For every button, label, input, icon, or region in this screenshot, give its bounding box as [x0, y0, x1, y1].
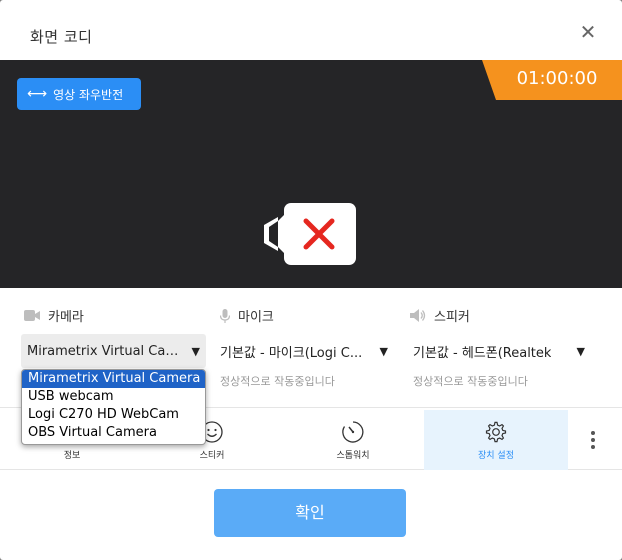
mic-label: 마이크: [238, 310, 274, 325]
mirror-video-button[interactable]: ⟷ 영상 좌우반전: [17, 78, 141, 110]
camera-off-icon: [264, 203, 356, 265]
mic-status: 정상적으로 작동중입니다: [220, 375, 335, 388]
mic-selected-value: 기본값 - 마이크(Logi C...: [220, 345, 363, 361]
speaker-icon: [410, 309, 426, 322]
speaker-select[interactable]: 기본값 - 헤드폰(Realtek ▼: [407, 334, 591, 368]
close-icon[interactable]: ✕: [577, 21, 599, 43]
chevron-down-icon: ▼: [191, 344, 200, 358]
camera-select[interactable]: Mirametrix Virtual Cam... ▼: [21, 334, 206, 368]
tab-info-label: 정보: [63, 451, 81, 461]
tab-sticker-label: 스티커: [199, 451, 225, 461]
stopwatch-icon: [342, 421, 364, 443]
mic-heading: 마이크: [220, 306, 274, 325]
camera-option[interactable]: Mirametrix Virtual Camera: [22, 370, 205, 388]
camera-option[interactable]: USB webcam: [22, 388, 205, 406]
mirror-video-label: 영상 좌우반전: [53, 87, 124, 102]
speaker-status: 정상적으로 작동중입니다: [413, 375, 528, 388]
tab-device-settings[interactable]: 장치 설정: [424, 410, 568, 470]
mic-select[interactable]: 기본값 - 마이크(Logi C... ▼: [214, 334, 394, 368]
screen-setup-dialog: 화면 코디 ✕ ⟷ 영상 좌우반전 01:00:00 카메라 Mirametri…: [0, 0, 622, 560]
speaker-selected-value: 기본값 - 헤드폰(Realtek: [413, 345, 552, 361]
tab-stopwatch-label: 스톱워치: [336, 451, 370, 461]
confirm-button[interactable]: 확인: [214, 489, 406, 537]
mic-icon: [220, 308, 230, 323]
camera-label: 카메라: [48, 310, 84, 325]
gear-icon: [485, 421, 507, 443]
dialog-title: 화면 코디: [30, 28, 93, 46]
camera-option[interactable]: Logi C270 HD WebCam: [22, 406, 205, 424]
session-timer: 01:00:00: [482, 60, 622, 100]
camera-icon: [24, 310, 40, 321]
more-vertical-icon[interactable]: [580, 427, 606, 453]
chevron-down-icon: ▼: [576, 344, 585, 358]
camera-selected-value: Mirametrix Virtual Cam...: [27, 343, 186, 359]
camera-dropdown-list: Mirametrix Virtual Camera USB webcam Log…: [21, 369, 206, 445]
tab-device-settings-label: 장치 설정: [478, 451, 514, 461]
camera-option[interactable]: OBS Virtual Camera: [22, 424, 205, 442]
video-preview: ⟷ 영상 좌우반전 01:00:00: [0, 60, 622, 288]
camera-heading: 카메라: [24, 306, 84, 325]
speaker-heading: 스피커: [410, 306, 470, 325]
speaker-label: 스피커: [434, 310, 470, 325]
flip-arrows-icon: ⟷: [27, 86, 48, 102]
tab-stopwatch[interactable]: 스톱워치: [281, 410, 425, 470]
chevron-down-icon: ▼: [379, 344, 388, 358]
